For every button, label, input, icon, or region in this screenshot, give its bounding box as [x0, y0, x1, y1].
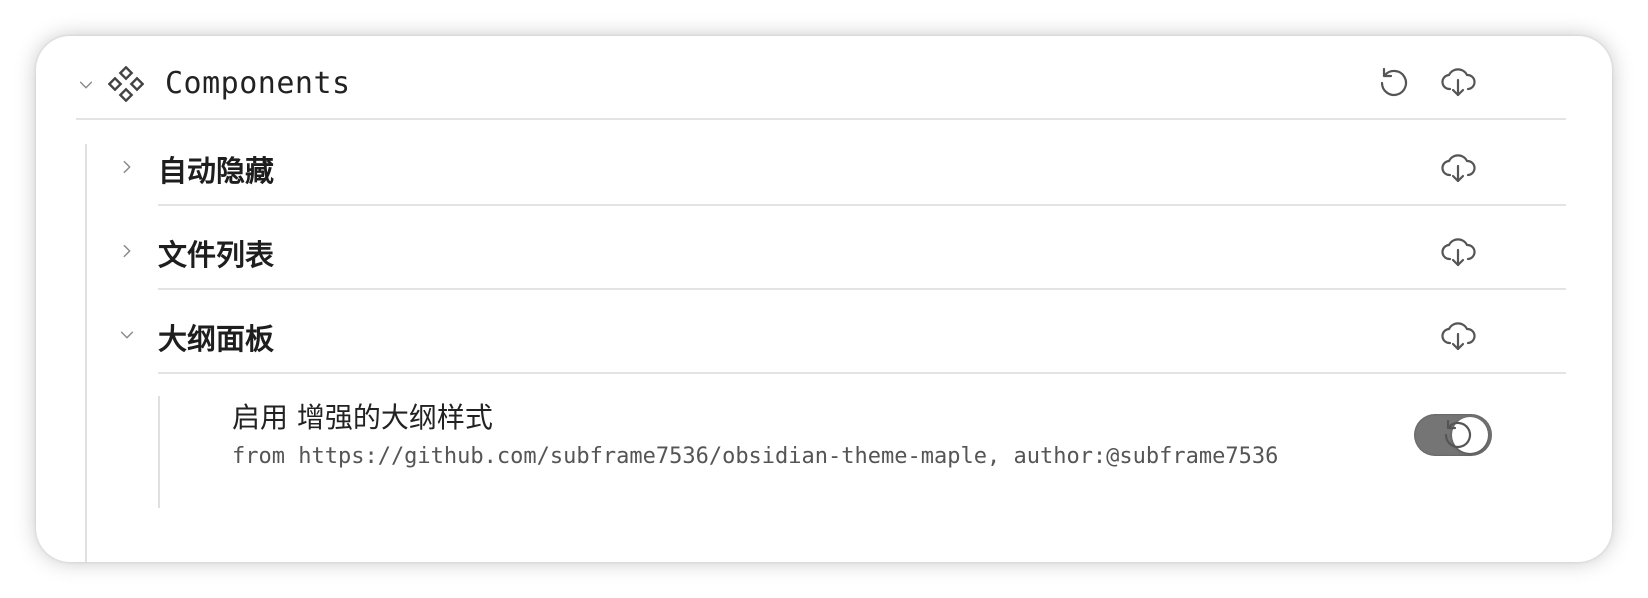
header-divider [76, 118, 1566, 120]
section-divider [158, 288, 1566, 290]
tree-guide-line [85, 144, 87, 562]
section-divider [158, 372, 1566, 374]
setting-description: from https://github.com/subframe7536/obs… [232, 444, 1279, 469]
collapse-chevron-icon[interactable] [75, 74, 97, 96]
expand-chevron-icon[interactable] [116, 156, 138, 178]
reset-icon[interactable] [1438, 414, 1478, 454]
collapse-chevron-icon[interactable] [116, 324, 138, 346]
section-title-file-list[interactable]: 文件列表 [158, 232, 274, 274]
section-title-auto-hide[interactable]: 自动隐藏 [158, 148, 274, 190]
cloud-download-icon[interactable] [1438, 148, 1478, 188]
section-divider [158, 204, 1566, 206]
cloud-download-icon[interactable] [1438, 316, 1478, 356]
panel-title: Components [165, 66, 351, 101]
components-icon [107, 65, 145, 103]
setting-guide-line [158, 396, 160, 508]
reset-icon[interactable] [1374, 62, 1414, 102]
section-title-outline-panel[interactable]: 大纲面板 [158, 316, 274, 358]
cloud-download-icon[interactable] [1438, 62, 1478, 102]
settings-panel: Components 自动隐藏 文件列表 大纲面板 启用 增强的大纲样式 fro… [36, 36, 1612, 562]
cloud-download-icon[interactable] [1438, 232, 1478, 272]
expand-chevron-icon[interactable] [116, 240, 138, 262]
setting-name: 启用 增强的大纲样式 [232, 401, 493, 434]
